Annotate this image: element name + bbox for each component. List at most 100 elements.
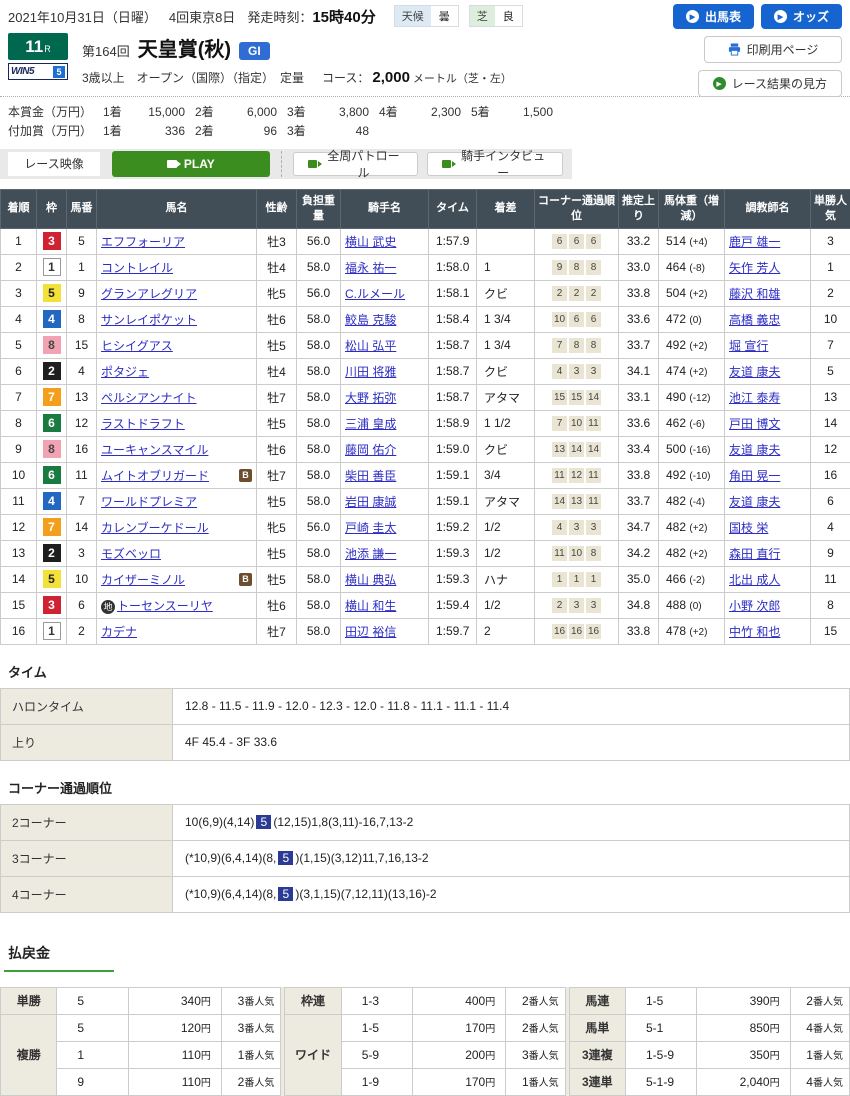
finish-position: 11	[1, 488, 37, 514]
horse-name-link[interactable]: ポタジェ	[101, 365, 149, 379]
frame-cell: 2	[37, 540, 67, 566]
odds-button[interactable]: ▶ オッズ	[761, 4, 842, 29]
margin: クビ	[477, 280, 535, 306]
body-weight-diff: (-10)	[689, 471, 710, 482]
bet-combination: 1-5	[341, 1014, 412, 1041]
blinker-badge: B	[239, 469, 252, 482]
horse-name-link[interactable]: エフフォーリア	[101, 235, 185, 249]
horse-name-link[interactable]: サンレイポケット	[101, 313, 197, 327]
horse-name-link[interactable]: ユーキャンスマイル	[101, 443, 208, 457]
jockey-link[interactable]: 横山 典弘	[345, 573, 396, 587]
horse-name-link[interactable]: トーセンスーリヤ	[117, 599, 213, 613]
corner-position: 4	[552, 364, 567, 379]
trainer-link[interactable]: 国枝 栄	[729, 521, 768, 535]
horse-number: 12	[67, 410, 97, 436]
trainer-link[interactable]: 友道 康夫	[729, 443, 780, 457]
result-guide-button[interactable]: ▶ レース結果の見方	[698, 70, 842, 97]
prize-row-label: 本賞金（万円）	[8, 102, 103, 121]
horse-name-link[interactable]: モズベッロ	[101, 547, 161, 561]
bet-payout-amount: 390円	[697, 987, 790, 1014]
result-row: 7 7 13 ペルシアンナイト 牡7 58.0 大野 拓弥 1:58.7 アタマ…	[1, 384, 850, 410]
margin: 1 3/4	[477, 306, 535, 332]
corner-order-cell: 151514	[535, 384, 619, 410]
corner-position: 8	[569, 338, 584, 353]
jockey-link[interactable]: 鮫島 克駿	[345, 313, 396, 327]
bet-combination: 1-3	[341, 987, 412, 1014]
horse-name-link[interactable]: ヒシイグアス	[101, 339, 173, 353]
horse-name-link[interactable]: カイザーミノル	[101, 573, 185, 587]
corner-position: 6	[569, 312, 584, 327]
sex-age: 牡5	[257, 410, 297, 436]
patrol-video-button[interactable]: 全周パトロール	[293, 152, 418, 176]
trainer-link[interactable]: 戸田 博文	[729, 417, 780, 431]
last-3f-time: 33.6	[619, 410, 659, 436]
horse-name-link[interactable]: グランアレグリア	[101, 287, 197, 301]
play-button[interactable]: PLAY	[112, 151, 270, 177]
start-time-label: 発走時刻：	[247, 10, 312, 25]
jockey-link[interactable]: 柴田 善臣	[345, 469, 396, 483]
trainer-link[interactable]: 中竹 和也	[729, 625, 780, 639]
jockey-link[interactable]: 松山 弘平	[345, 339, 396, 353]
finish-time: 1:58.4	[429, 306, 477, 332]
trainer-link[interactable]: 森田 直行	[729, 547, 780, 561]
jockey-link[interactable]: 横山 和生	[345, 599, 396, 613]
horse-name-link[interactable]: コントレイル	[101, 261, 173, 275]
conditions-text: 3歳以上 オープン（国際）（指定） 定量	[82, 69, 304, 86]
trainer-link[interactable]: 池江 泰寿	[729, 391, 780, 405]
prize-amount: 15,000	[137, 102, 195, 121]
trainer-link[interactable]: 矢作 芳人	[729, 261, 780, 275]
popularity-suffix: 番人気	[244, 1078, 274, 1089]
result-row: 16 1 2 カデナ 牡7 58.0 田辺 裕信 1:59.7 2 161616…	[1, 618, 850, 644]
horse-name-link[interactable]: カデナ	[101, 625, 137, 639]
result-row: 10 6 11 ムイトオブリガードB 牡7 58.0 柴田 善臣 1:59.1 …	[1, 462, 850, 488]
frame-cell: 5	[37, 280, 67, 306]
finish-time: 1:57.9	[429, 228, 477, 254]
jockey-link[interactable]: 横山 武史	[345, 235, 396, 249]
green-arrow-circle-icon: ▶	[713, 77, 726, 90]
horse-name-link[interactable]: ペルシアンナイト	[101, 391, 197, 405]
jockey-link[interactable]: 藤岡 佑介	[345, 443, 396, 457]
frame-cell: 4	[37, 488, 67, 514]
horse-name-cell: コントレイル	[97, 254, 257, 280]
trainer-link[interactable]: 友道 康夫	[729, 365, 780, 379]
corner-row-label: 2コーナー	[1, 804, 173, 840]
entries-button[interactable]: ▶ 出馬表	[673, 4, 754, 29]
trainer-link[interactable]: 北出 成人	[729, 573, 780, 587]
trainer-link[interactable]: 角田 晃一	[729, 469, 780, 483]
corner-row-label: 4コーナー	[1, 876, 173, 912]
horse-name-link[interactable]: カレンブーケドール	[101, 521, 209, 535]
jockey-link[interactable]: 三浦 皇成	[345, 417, 396, 431]
trainer-link[interactable]: 藤沢 和雄	[729, 287, 780, 301]
turf-condition-value: 良	[495, 6, 522, 26]
prize-amount: 336	[137, 121, 195, 140]
jockey-link[interactable]: 田辺 裕信	[345, 625, 396, 639]
bet-type-label: 単勝	[1, 987, 57, 1014]
trainer-link[interactable]: 小野 次郎	[729, 599, 780, 613]
print-page-button[interactable]: 印刷用ページ	[704, 36, 842, 63]
finish-position: 13	[1, 540, 37, 566]
last-3f-time: 33.4	[619, 436, 659, 462]
trainer-cell: 北出 成人	[725, 566, 811, 592]
jockey-link[interactable]: 川田 将雅	[345, 365, 396, 379]
jockey-link[interactable]: C.ルメール	[345, 287, 405, 301]
margin: 1 3/4	[477, 332, 535, 358]
trainer-link[interactable]: 堀 宣行	[729, 339, 768, 353]
body-weight: 500	[666, 442, 686, 456]
trainer-link[interactable]: 友道 康夫	[729, 495, 780, 509]
last-3f-time: 35.0	[619, 566, 659, 592]
trainer-cell: 友道 康夫	[725, 488, 811, 514]
horse-name-link[interactable]: ムイトオブリガード	[101, 469, 209, 483]
winner-number-highlight: 5	[256, 815, 271, 829]
trainer-link[interactable]: 鹿戸 雄一	[729, 235, 780, 249]
trainer-link[interactable]: 高橋 義忠	[729, 313, 780, 327]
horse-name-link[interactable]: ワールドプレミア	[101, 495, 197, 509]
jockey-link[interactable]: 福永 祐一	[345, 261, 396, 275]
jockey-link[interactable]: 大野 拓弥	[345, 391, 396, 405]
trainer-cell: 池江 泰寿	[725, 384, 811, 410]
jockey-interview-button[interactable]: 騎手インタビュー	[427, 152, 563, 176]
horse-name-link[interactable]: ラストドラフト	[101, 417, 185, 431]
horse-number: 9	[67, 280, 97, 306]
jockey-link[interactable]: 戸崎 圭太	[345, 521, 396, 535]
jockey-link[interactable]: 岩田 康誠	[345, 495, 396, 509]
jockey-link[interactable]: 池添 謙一	[345, 547, 396, 561]
